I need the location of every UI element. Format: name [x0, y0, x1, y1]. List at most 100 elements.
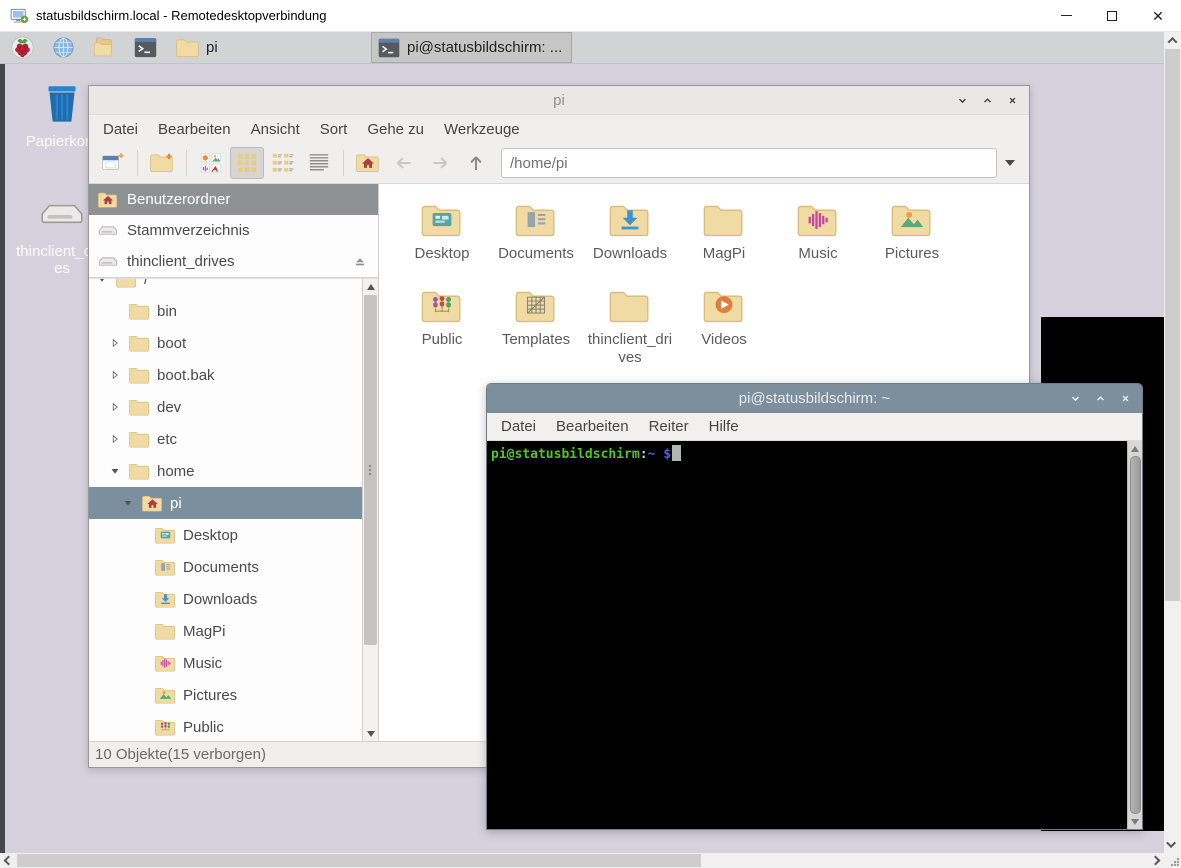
tree-row[interactable]: Music: [89, 647, 362, 679]
scroll-right-arrow[interactable]: [1147, 853, 1164, 868]
file-item[interactable]: Documents: [489, 194, 583, 280]
file-manager-titlebar[interactable]: pi: [89, 86, 1029, 115]
scroll-left-arrow[interactable]: [0, 853, 17, 868]
file-item[interactable]: thinclient_drives: [583, 280, 677, 367]
tree-row[interactable]: boot: [89, 327, 362, 359]
terminal-titlebar[interactable]: pi@statusbildschirm: ~: [487, 384, 1142, 413]
file-item[interactable]: Videos: [677, 280, 771, 367]
terminal-scrollbar[interactable]: [1127, 441, 1142, 829]
scrollbar-thumb[interactable]: [1130, 456, 1141, 814]
file-item[interactable]: Desktop: [395, 194, 489, 280]
tree-row[interactable]: Pictures: [89, 679, 362, 711]
scrollbar-thumb[interactable]: [364, 295, 377, 645]
expander-icon[interactable]: [108, 464, 122, 478]
place-row[interactable]: Benutzerordner: [89, 184, 378, 215]
tree-row[interactable]: MagPi: [89, 615, 362, 647]
thumbnail-view-button[interactable]: [194, 147, 228, 179]
detail-view-button[interactable]: [302, 147, 336, 179]
new-folder-button[interactable]: [145, 147, 179, 179]
expander-icon[interactable]: [108, 400, 122, 414]
path-input[interactable]: [501, 148, 997, 178]
up-button[interactable]: [459, 147, 493, 179]
rdp-horizontal-scrollbar[interactable]: [0, 853, 1164, 868]
task-file-manager[interactable]: pi: [170, 32, 371, 63]
new-window-button[interactable]: [96, 147, 130, 179]
scrollbar-thumb[interactable]: [1165, 49, 1180, 601]
back-button[interactable]: [387, 147, 421, 179]
menu-item[interactable]: Werkzeuge: [434, 115, 530, 143]
tree-row[interactable]: boot.bak: [89, 359, 362, 391]
terminal-launcher[interactable]: [131, 34, 159, 62]
expander-icon[interactable]: [108, 368, 122, 382]
tree-row[interactable]: Documents: [89, 551, 362, 583]
menu-item[interactable]: Datei: [491, 413, 546, 440]
expander-icon[interactable]: [134, 592, 148, 606]
compact-view-button[interactable]: [266, 147, 300, 179]
expander-icon[interactable]: [134, 560, 148, 574]
tree-scrollbar[interactable]: [362, 279, 378, 741]
expander-icon[interactable]: [134, 656, 148, 670]
forward-button[interactable]: [423, 147, 457, 179]
menu-item[interactable]: Reiter: [639, 413, 699, 440]
menu-item[interactable]: Sort: [310, 115, 358, 143]
scrollbar-thumb[interactable]: [17, 854, 701, 867]
close-button[interactable]: [1001, 89, 1023, 111]
web-browser[interactable]: [49, 34, 77, 62]
expander-icon[interactable]: [134, 528, 148, 542]
tree-row[interactable]: Downloads: [89, 583, 362, 615]
tree-row[interactable]: home: [89, 455, 362, 487]
scroll-up-arrow[interactable]: [363, 279, 378, 294]
tree-row[interactable]: pi: [89, 487, 362, 519]
place-row[interactable]: thinclient_drives: [89, 246, 378, 277]
expander-icon[interactable]: [95, 278, 109, 286]
scroll-down-arrow[interactable]: [1128, 814, 1142, 829]
path-dropdown-button[interactable]: [999, 148, 1021, 178]
place-row[interactable]: Stammverzeichnis: [89, 215, 378, 246]
file-item[interactable]: Downloads: [583, 194, 677, 280]
expander-icon[interactable]: [108, 304, 122, 318]
expander-icon[interactable]: [134, 624, 148, 638]
expander-icon[interactable]: [108, 432, 122, 446]
file-item[interactable]: MagPi: [677, 194, 771, 280]
scroll-down-arrow[interactable]: [363, 726, 378, 741]
terminal-content[interactable]: pi@statusbildschirm:~ $: [487, 441, 1142, 829]
scroll-down-arrow[interactable]: [1164, 836, 1181, 853]
rdp-vertical-scrollbar[interactable]: [1164, 32, 1181, 853]
home-button[interactable]: [351, 147, 385, 179]
file-manager[interactable]: [90, 34, 118, 62]
scroll-up-arrow[interactable]: [1164, 32, 1181, 49]
file-item[interactable]: Music: [771, 194, 865, 280]
close-button[interactable]: ✕: [1135, 0, 1181, 31]
menu-item[interactable]: Datei: [93, 115, 148, 143]
maximize-button[interactable]: [1089, 388, 1111, 410]
maximize-button[interactable]: [976, 89, 998, 111]
tree-row[interactable]: bin: [89, 295, 362, 327]
iconify-button[interactable]: [951, 89, 973, 111]
expander-icon[interactable]: [134, 720, 148, 734]
menu-item[interactable]: Bearbeiten: [546, 413, 639, 440]
tree-row[interactable]: dev: [89, 391, 362, 423]
expander-icon[interactable]: [108, 336, 122, 350]
close-button[interactable]: [1114, 388, 1136, 410]
menu-item[interactable]: Bearbeiten: [148, 115, 241, 143]
maximize-button[interactable]: [1089, 0, 1135, 31]
file-item[interactable]: Templates: [489, 280, 583, 367]
expander-icon[interactable]: [121, 496, 135, 510]
minimize-button[interactable]: [1043, 0, 1089, 31]
expander-icon[interactable]: [134, 688, 148, 702]
file-item[interactable]: Pictures: [865, 194, 959, 280]
menu-item[interactable]: Ansicht: [241, 115, 310, 143]
menu-item[interactable]: Hilfe: [699, 413, 749, 440]
tree-row[interactable]: Desktop: [89, 519, 362, 551]
menu-item[interactable]: Gehe zu: [357, 115, 434, 143]
applications-menu-raspberry[interactable]: [8, 34, 36, 62]
task-terminal[interactable]: pi@statusbildschirm: ...: [371, 32, 572, 63]
scroll-up-arrow[interactable]: [1128, 441, 1142, 456]
iconify-button[interactable]: [1064, 388, 1086, 410]
icon-view-button[interactable]: [230, 147, 264, 179]
file-item[interactable]: Public: [395, 280, 489, 367]
eject-icon[interactable]: [352, 254, 368, 270]
tree-row[interactable]: Public: [89, 711, 362, 741]
resize-grip[interactable]: [1164, 853, 1181, 868]
tree-row[interactable]: etc: [89, 423, 362, 455]
